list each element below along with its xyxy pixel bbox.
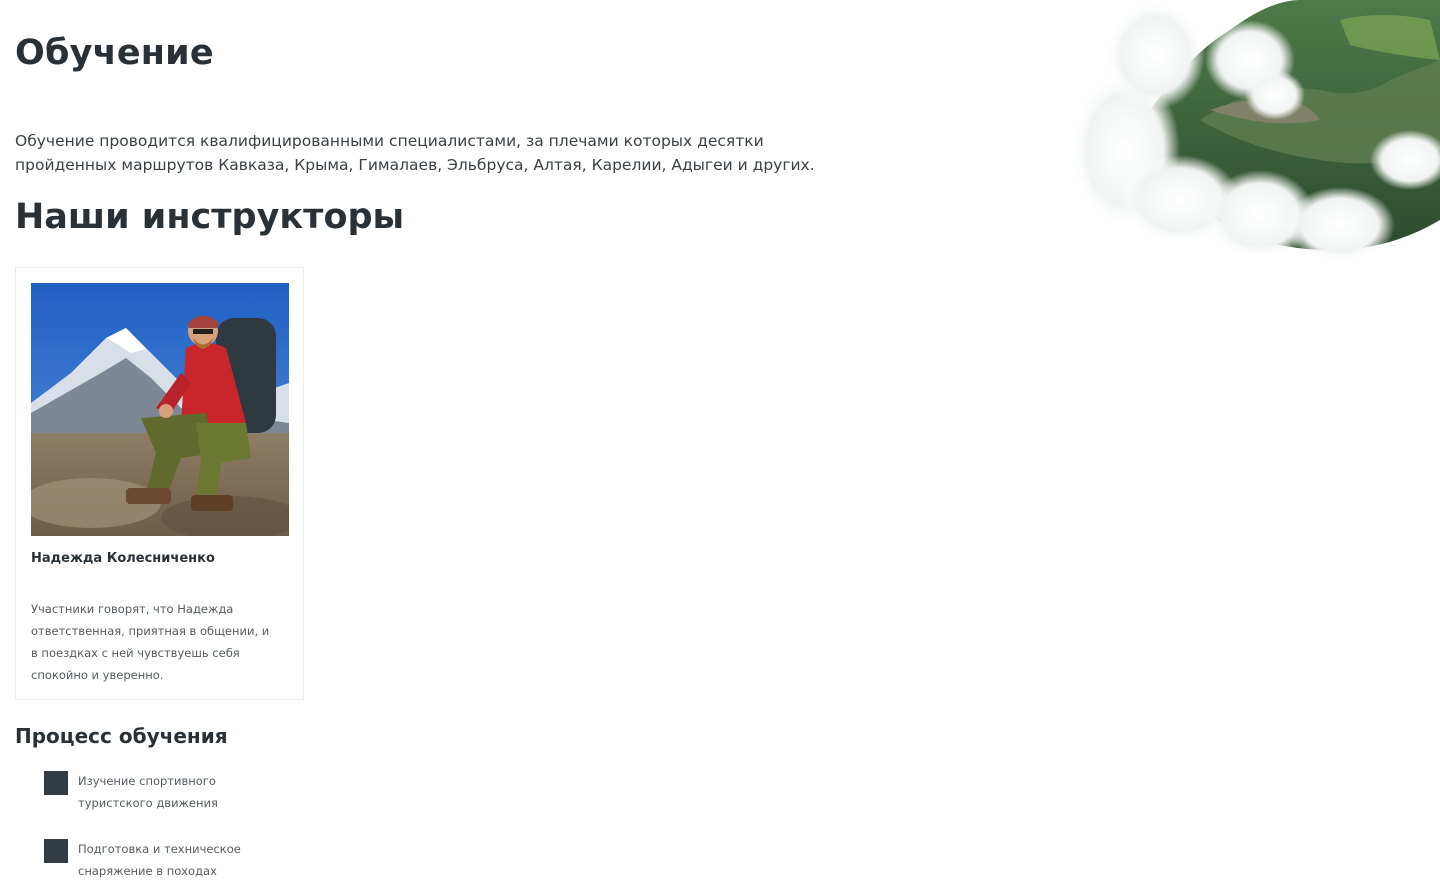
process-step: Изучение спортивного туристского движени… [44, 770, 304, 838]
process-steps-list: Изучение спортивного туристского движени… [44, 770, 304, 889]
process-step-text: Изучение спортивного туристского движени… [78, 774, 218, 810]
hiker-photo [31, 283, 289, 536]
process-step-text: Подготовка и техническое снаряжение в по… [78, 842, 241, 878]
process-title: Процесс обучения [15, 724, 228, 748]
process-step: Подготовка и техническое снаряжение в по… [44, 838, 304, 889]
instructor-name: Надежда Колесниченко [31, 551, 215, 566]
instructor-description: Участники говорят, что Надежда ответстве… [31, 602, 270, 682]
page-title: Обучение [15, 33, 214, 73]
intro-text: Обучение проводится квалифицированными с… [15, 132, 815, 174]
mountain-clouds-image [1060, 0, 1440, 270]
square-bullet-icon [44, 771, 68, 795]
square-bullet-icon [44, 839, 68, 863]
instructor-card[interactable]: Надежда Колесниченко Участники говорят, … [15, 267, 304, 700]
instructors-title: Наши инструкторы [15, 197, 405, 237]
